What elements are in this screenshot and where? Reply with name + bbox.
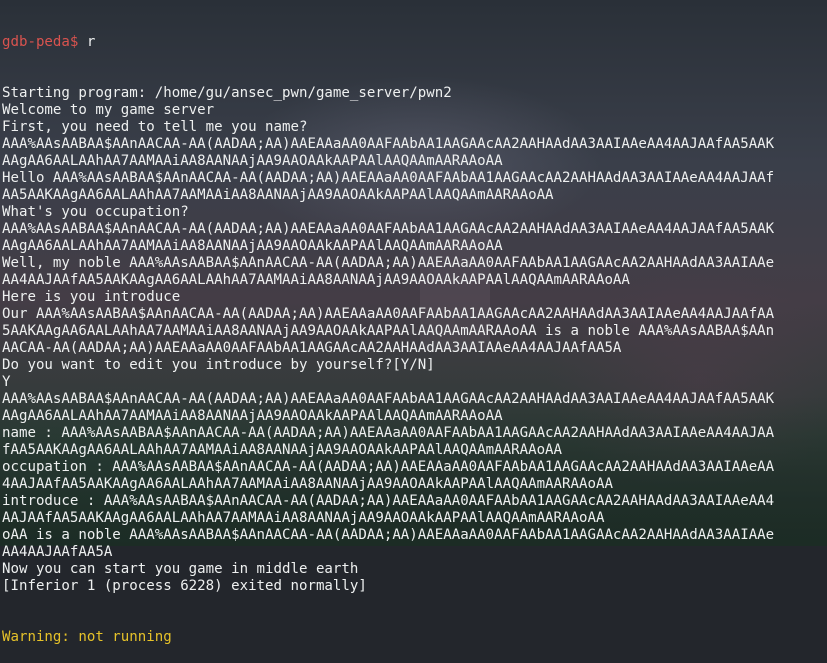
- terminal-line: occupation : AAA%AAsAABAA$AAnAACAA-AA(AA…: [2, 459, 775, 475]
- terminal-line: What's you occupation?: [2, 204, 189, 220]
- gdb-prompt: gdb-peda$: [2, 34, 79, 50]
- terminal-line: AA4AAJAAfAA5AAKAAgAA6AALAAhAA7AAMAAiAA8A…: [2, 272, 630, 288]
- warning-line: Warning: not running: [2, 629, 172, 645]
- terminal-line: Starting program: /home/gu/ansec_pwn/gam…: [2, 85, 452, 101]
- terminal-line: AACAA-AA(AADAA;AA)AAEAAaAA0AAFAAbAA1AAGA…: [2, 340, 622, 356]
- terminal-line: Here is you introduce: [2, 289, 181, 305]
- terminal-line: Y: [2, 374, 11, 390]
- terminal-line: Now you can start you game in middle ear…: [2, 561, 359, 577]
- terminal-line: introduce : AAA%AAsAABAA$AAnAACAA-AA(AAD…: [2, 493, 775, 509]
- terminal-line: [Inferior 1 (process 6228) exited normal…: [2, 578, 367, 594]
- terminal-line: AA5AAKAAgAA6AALAAhAA7AAMAAiAA8AANAAjAA9A…: [2, 187, 554, 203]
- terminal-line: AAgAA6AALAAhAA7AAMAAiAA8AANAAjAA9AAOAAkA…: [2, 408, 503, 424]
- terminal-line: 5AAKAAgAA6AALAAhAA7AAMAAiAA8AANAAjAA9AAO…: [2, 323, 775, 339]
- terminal-line: name : AAA%AAsAABAA$AAnAACAA-AA(AADAA;AA…: [2, 425, 775, 441]
- terminal-line: AAJAAfAA5AAKAAgAA6AALAAhAA7AAMAAiAA8AANA…: [2, 510, 605, 526]
- terminal-line: AAA%AAsAABAA$AAnAACAA-AA(AADAA;AA)AAEAAa…: [2, 136, 775, 152]
- terminal-line: AA4AAJAAfAA5A: [2, 544, 113, 560]
- terminal-line: AAgAA6AALAAhAA7AAMAAiAA8AANAAjAA9AAOAAkA…: [2, 153, 503, 169]
- terminal-line: Our AAA%AAsAABAA$AAnAACAA-AA(AADAA;AA)AA…: [2, 306, 775, 322]
- output-lines: Starting program: /home/gu/ansec_pwn/gam…: [2, 85, 825, 595]
- terminal-line: Welcome to my game server: [2, 102, 215, 118]
- terminal-line: First, you need to tell me you name?: [2, 119, 308, 135]
- terminal-output[interactable]: gdb-peda$ r Starting program: /home/gu/a…: [2, 0, 825, 663]
- terminal-line: AAgAA6AALAAhAA7AAMAAiAA8AANAAjAA9AAOAAkA…: [2, 238, 503, 254]
- prompt-command: r: [86, 34, 96, 50]
- terminal-line: 4AAJAAfAA5AAKAAgAA6AALAAhAA7AAMAAiAA8AAN…: [2, 476, 613, 492]
- terminal-line: Do you want to edit you introduce by you…: [2, 357, 435, 373]
- terminal-line: Well, my noble AAA%AAsAABAA$AAnAACAA-AA(…: [2, 255, 775, 271]
- terminal-line: oAA is a noble AAA%AAsAABAA$AAnAACAA-AA(…: [2, 527, 775, 543]
- terminal-line: Hello AAA%AAsAABAA$AAnAACAA-AA(AADAA;AA)…: [2, 170, 775, 186]
- terminal-line: AAA%AAsAABAA$AAnAACAA-AA(AADAA;AA)AAEAAa…: [2, 221, 775, 237]
- prompt-line: gdb-peda$ r: [2, 34, 825, 51]
- terminal-line: fAA5AAKAAgAA6AALAAhAA7AAMAAiAA8AANAAjAA9…: [2, 442, 563, 458]
- terminal-line: AAA%AAsAABAA$AAnAACAA-AA(AADAA;AA)AAEAAa…: [2, 391, 775, 407]
